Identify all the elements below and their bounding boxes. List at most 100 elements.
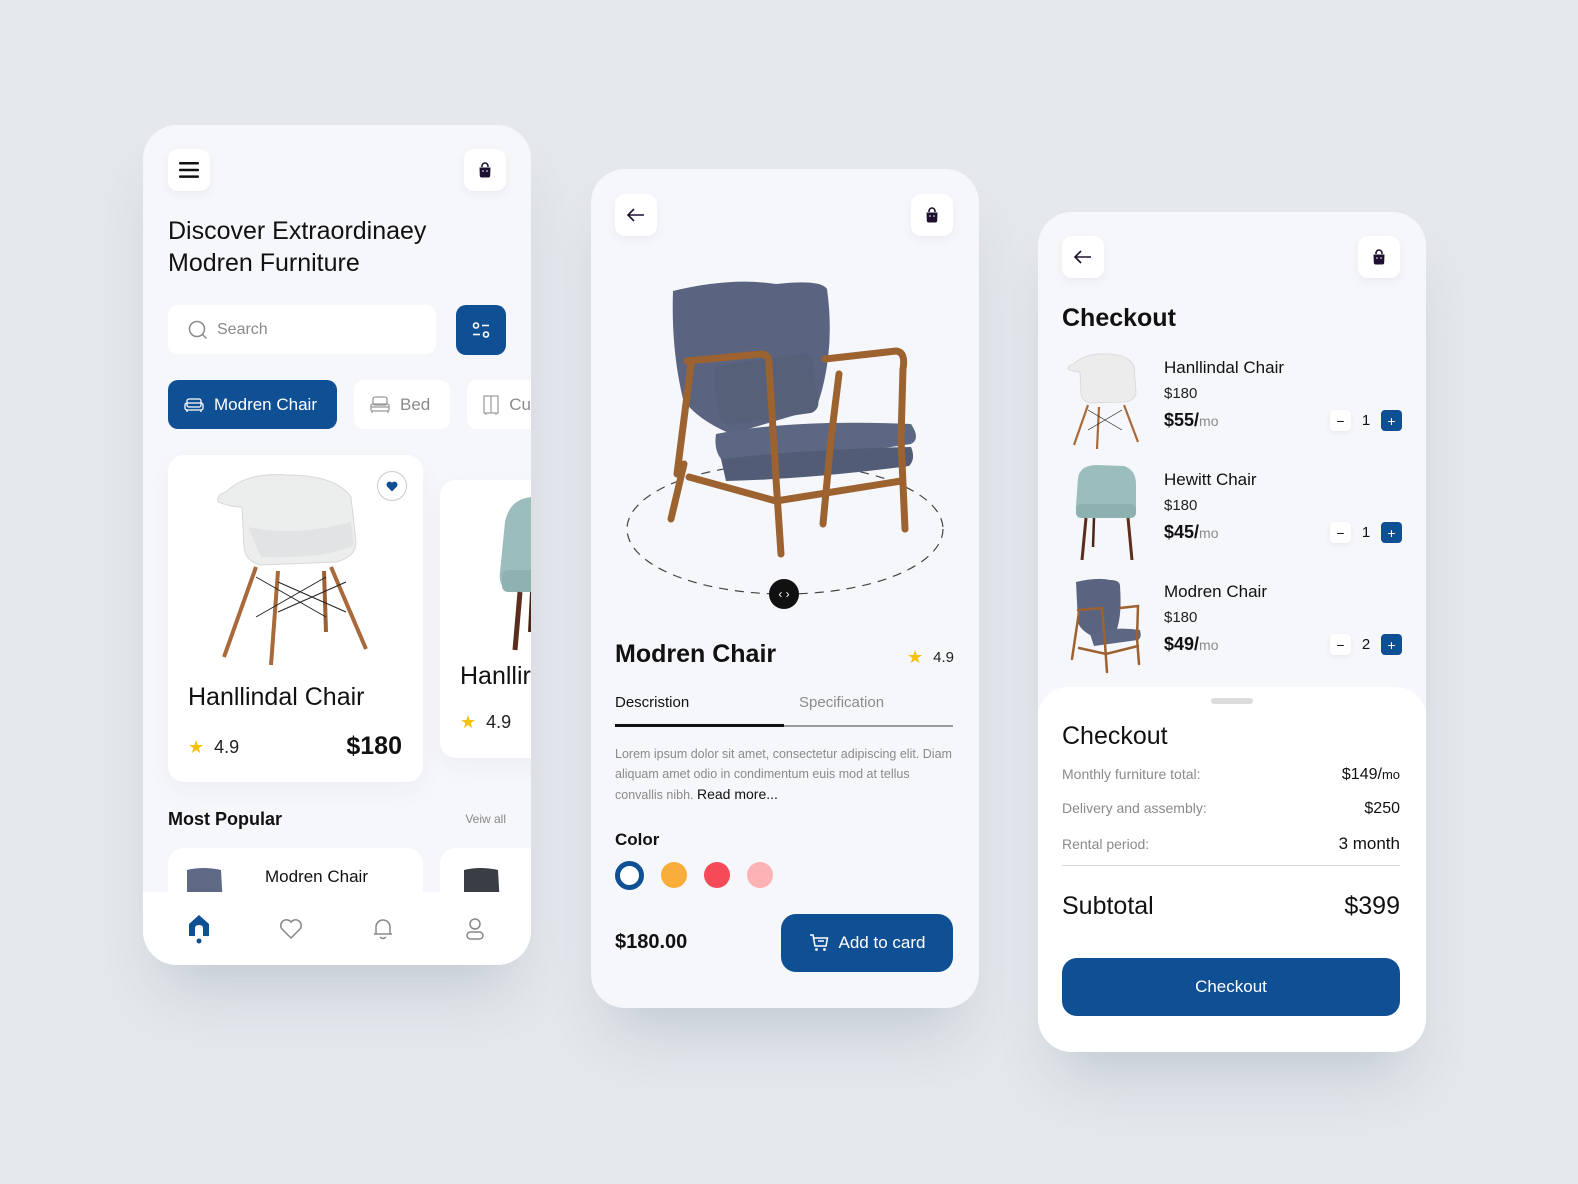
favorite-button[interactable] <box>377 471 407 501</box>
star-icon: ★ <box>188 737 205 757</box>
item-name: Hanllindal Chair <box>1164 358 1285 377</box>
color-swatch-white[interactable] <box>615 861 644 890</box>
chip-label: Bed <box>400 394 431 414</box>
search-box[interactable] <box>168 305 436 354</box>
sheet-drag-handle[interactable] <box>1211 698 1253 704</box>
subtotal-label: Subtotal <box>1062 892 1154 920</box>
category-chips: Modren Chair Bed Cu <box>168 380 531 429</box>
color-label: Color <box>615 830 660 849</box>
item-price: $180 <box>1164 497 1198 514</box>
category-chip-cupboard[interactable]: Cu <box>467 380 531 429</box>
page-title: Discover Extraordinaey Modren Furniture <box>168 215 468 279</box>
increase-quantity-button[interactable]: + <box>1381 410 1402 431</box>
rotate-view-handle[interactable]: ‹ › <box>769 579 799 609</box>
summary-label: Delivery and assembly: <box>1062 800 1207 816</box>
product-detail-screen: ‹ › Modren Chair ★ 4.9 Descristion Speci… <box>591 169 979 1008</box>
back-button[interactable] <box>615 194 657 236</box>
item-name: Modren Chair <box>1164 582 1267 601</box>
cupboard-icon <box>483 394 499 415</box>
summary-divider <box>1062 865 1400 866</box>
hamburger-menu-icon <box>179 162 199 178</box>
monthly-unit: mo <box>1199 413 1219 429</box>
summary-label: Rental period: <box>1062 836 1150 852</box>
product-rating: ★ 4.9 <box>460 712 511 733</box>
add-to-cart-button[interactable]: Add to card <box>781 914 953 972</box>
home-screen: Discover Extraordinaey Modren Furniture … <box>143 125 531 965</box>
item-monthly-price: $55/mo <box>1164 410 1219 431</box>
decrease-quantity-button[interactable]: − <box>1330 522 1351 543</box>
product-card[interactable]: Hanllir ★ 4.9 <box>440 480 531 758</box>
title-line-2: Modren Furniture <box>168 249 360 277</box>
product-rating: ★ 4.9 <box>907 647 954 668</box>
description-text: Lorem ipsum dolor sit amet, consectetur … <box>615 747 952 802</box>
shopping-bag-icon <box>1373 249 1385 265</box>
arrow-left-icon <box>1074 250 1091 264</box>
increase-quantity-button[interactable]: + <box>1381 522 1402 543</box>
checkout-screen: Checkout Hanllindal Chair $180 $55/mo − … <box>1038 212 1426 1052</box>
summary-value: $250 <box>1364 800 1400 817</box>
category-chip-bed[interactable]: Bed <box>354 380 451 429</box>
subtotal-value: $399 <box>1344 892 1400 920</box>
white-eames-chair-image <box>217 474 368 666</box>
product-card[interactable]: Hanllindal Chair ★ 4.9 $180 <box>168 455 423 782</box>
popular-item-name: Modren Chair <box>265 867 368 886</box>
color-swatch-red[interactable] <box>704 862 730 888</box>
increase-quantity-button[interactable]: + <box>1381 634 1402 655</box>
rating-value: 4.9 <box>933 649 954 666</box>
category-chip-modren-chair[interactable]: Modren Chair <box>168 380 337 429</box>
add-to-cart-label: Add to card <box>838 933 926 952</box>
nav-home[interactable] <box>177 914 221 944</box>
shopping-bag-icon <box>926 207 938 223</box>
view-all-link[interactable]: Veiw all <box>465 812 506 826</box>
quantity-value: 1 <box>1361 524 1371 541</box>
read-more-link[interactable]: Read more... <box>697 786 778 802</box>
cart-item: Modren Chair $180 $49/mo − 2 + <box>1062 574 1402 674</box>
nav-notifications[interactable] <box>361 917 405 941</box>
white-eames-chair-thumbnail <box>1067 353 1140 450</box>
modern-armchair-image <box>626 281 944 595</box>
most-popular-heading: Most Popular <box>168 809 283 829</box>
product-price: $180.00 <box>615 931 688 953</box>
color-swatch-pink[interactable] <box>747 862 773 888</box>
product-rating: ★ 4.9 <box>188 737 239 758</box>
item-price: $180 <box>1164 385 1198 402</box>
item-monthly-price: $49/mo <box>1164 634 1219 655</box>
cart-item: Hanllindal Chair $180 $55/mo − 1 + <box>1062 350 1402 450</box>
back-button[interactable] <box>1062 236 1104 278</box>
home-icon <box>189 914 209 943</box>
product-name: Modren Chair <box>615 640 777 668</box>
chip-label: Cu <box>509 394 531 414</box>
decrease-quantity-button[interactable]: − <box>1330 410 1351 431</box>
menu-button[interactable] <box>168 149 210 191</box>
tab-specification[interactable]: Specification <box>784 691 953 725</box>
cart-button[interactable] <box>1358 236 1400 278</box>
tab-description[interactable]: Descristion <box>615 691 784 727</box>
summary-row-rental-period: Rental period: 3 month <box>1062 834 1400 854</box>
detail-tabs: Descristion Specification <box>615 691 953 727</box>
checkout-button[interactable]: Checkout <box>1062 958 1400 1016</box>
user-icon <box>466 917 484 940</box>
checkout-summary-sheet: Checkout Monthly furniture total: $149/m… <box>1038 687 1426 1052</box>
quantity-value: 1 <box>1361 412 1371 429</box>
teal-chair-thumbnail <box>1075 465 1136 561</box>
nav-favorites[interactable] <box>269 918 313 940</box>
cart-button[interactable] <box>464 149 506 191</box>
monthly-amount: $49/ <box>1164 634 1200 654</box>
title-line-1: Discover Extraordinaey <box>168 217 427 245</box>
teal-chair-image <box>499 497 531 651</box>
nav-profile[interactable] <box>453 917 497 941</box>
bell-icon <box>374 918 392 939</box>
product-3d-view[interactable] <box>591 259 979 619</box>
product-price: $180 <box>346 732 402 760</box>
subtotal-row: Subtotal $399 <box>1062 892 1400 921</box>
monthly-unit: mo <box>1199 525 1219 541</box>
search-input[interactable] <box>217 320 417 339</box>
quantity-stepper: − 1 + <box>1330 410 1402 431</box>
star-icon: ★ <box>460 712 477 732</box>
filter-button[interactable] <box>456 305 506 355</box>
decrease-quantity-button[interactable]: − <box>1330 634 1351 655</box>
cart-button[interactable] <box>911 194 953 236</box>
quantity-stepper: − 2 + <box>1330 634 1402 655</box>
color-swatch-orange[interactable] <box>661 862 687 888</box>
quantity-stepper: − 1 + <box>1330 522 1402 543</box>
